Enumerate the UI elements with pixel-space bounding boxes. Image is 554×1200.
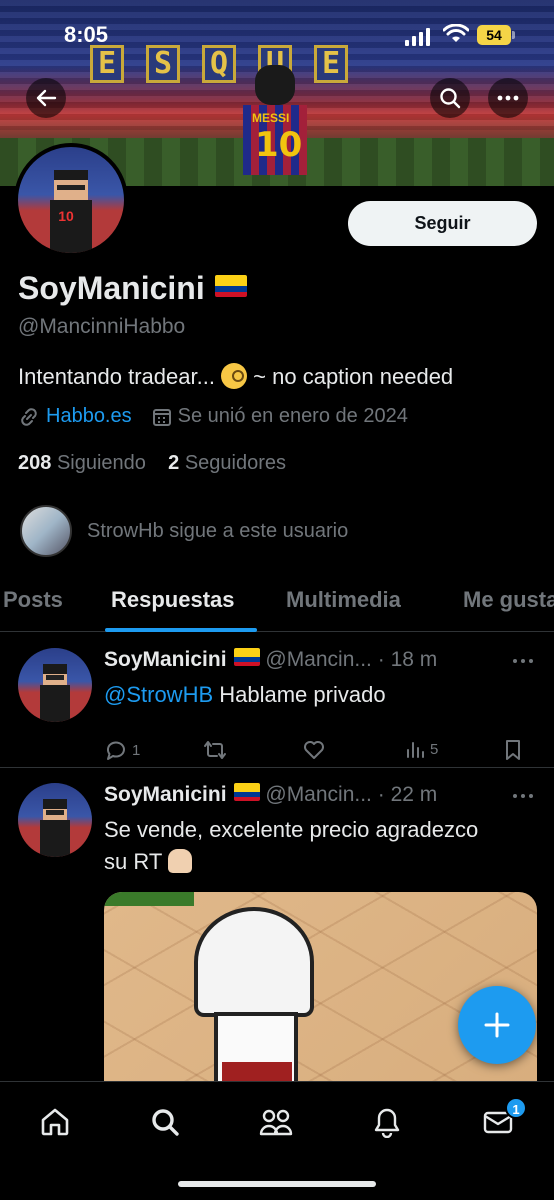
profile-bio: Intentando tradear... ~ no caption neede… bbox=[18, 363, 453, 390]
views-button[interactable]: 5 bbox=[404, 738, 438, 760]
more-options-button[interactable] bbox=[488, 78, 528, 118]
post-handle: @Mancin... bbox=[265, 648, 372, 671]
post-time: 22 m bbox=[390, 783, 438, 806]
post-header: SoyManicini @Mancin... · 18 m bbox=[104, 648, 438, 671]
shirt-name: MESSI bbox=[252, 111, 290, 125]
post-author[interactable]: SoyManicini bbox=[104, 783, 227, 806]
post-header: SoyManicini @Mancin... · 22 m bbox=[104, 783, 438, 806]
follow-button[interactable]: Seguir bbox=[348, 201, 537, 246]
profile-link[interactable]: Habbo.es bbox=[46, 405, 132, 428]
followers-count: 2 bbox=[168, 452, 180, 474]
post-time: 18 m bbox=[390, 648, 438, 671]
profile-handle: @MancinniHabbo bbox=[18, 315, 186, 338]
home-indicator bbox=[178, 1181, 376, 1187]
avatar-figure: 10 bbox=[49, 170, 93, 253]
home-icon bbox=[41, 1108, 69, 1136]
like-button[interactable] bbox=[302, 738, 326, 762]
communities-icon bbox=[259, 1109, 293, 1136]
post-body: @StrowHB Hablame privado bbox=[104, 679, 386, 711]
signal-icon bbox=[405, 26, 430, 46]
profile-name: SoyManicini bbox=[18, 270, 247, 307]
tab-multimedia[interactable]: Multimedia bbox=[286, 587, 401, 613]
post-text: Hablame privado bbox=[213, 682, 386, 707]
post-avatar[interactable] bbox=[18, 648, 92, 722]
banner-player: MESSI 10 bbox=[235, 55, 315, 186]
reply-count: 1 bbox=[132, 741, 141, 759]
post-actions: 1 5 bbox=[104, 738, 534, 766]
back-arrow-icon bbox=[36, 89, 57, 107]
messages-badge: 1 bbox=[505, 1097, 527, 1119]
bell-icon bbox=[374, 1108, 400, 1138]
following-count: 208 bbox=[18, 452, 52, 474]
bookmark-button[interactable] bbox=[502, 738, 524, 762]
colombia-flag-icon bbox=[233, 648, 260, 666]
monocle-emoji-icon bbox=[221, 363, 248, 389]
post-media-image[interactable] bbox=[104, 892, 537, 1092]
repost-button[interactable] bbox=[202, 738, 228, 762]
followed-by-row[interactable]: StrowHb sigue a este usuario bbox=[20, 505, 348, 557]
more-dots-icon bbox=[497, 95, 519, 101]
post-mention[interactable]: @StrowHB bbox=[104, 682, 213, 707]
reply-button[interactable]: 1 bbox=[104, 738, 140, 762]
views-count: 5 bbox=[430, 740, 439, 758]
post-divider bbox=[0, 767, 554, 768]
colombia-flag-icon bbox=[233, 783, 260, 801]
profile-meta: Habbo.es Se unió en enero de 2024 bbox=[18, 405, 408, 428]
post-body: Se vende, excelente precio agradezco su … bbox=[104, 814, 478, 878]
tab-me-gusta[interactable]: Me gusta bbox=[463, 587, 554, 613]
post-more-icon[interactable] bbox=[512, 658, 534, 664]
wifi-icon bbox=[443, 24, 469, 42]
chef-hat-figure bbox=[194, 907, 314, 1017]
nav-notifications[interactable] bbox=[367, 1102, 407, 1142]
tab-respuestas[interactable]: Respuestas bbox=[111, 587, 235, 613]
post-handle: @Mancin... bbox=[265, 783, 372, 806]
status-time: 8:05 bbox=[64, 22, 109, 47]
praying-hands-emoji-icon bbox=[168, 849, 192, 873]
nav-communities[interactable] bbox=[256, 1102, 296, 1142]
display-name: SoyManicini bbox=[18, 270, 205, 306]
active-tab-indicator bbox=[105, 628, 257, 632]
avatar-shirt-number: 10 bbox=[58, 207, 74, 224]
bio-text-end: ~ no caption needed bbox=[247, 364, 454, 389]
link-icon bbox=[21, 407, 37, 426]
reply-icon bbox=[106, 741, 125, 760]
followers-label: Seguidores bbox=[184, 452, 287, 474]
nav-search[interactable] bbox=[145, 1102, 185, 1142]
joined-date: Se unió en enero de 2024 bbox=[177, 405, 408, 427]
follow-counts: 208 Siguiendo 2 Seguidores bbox=[18, 452, 286, 475]
search-button[interactable] bbox=[430, 78, 470, 118]
followers-link[interactable]: 2 Seguidores bbox=[168, 452, 286, 474]
profile-tabs: Posts Respuestas Multimedia Me gusta bbox=[0, 572, 554, 632]
battery-cap bbox=[512, 31, 515, 39]
plus-icon bbox=[484, 1012, 510, 1038]
search-icon bbox=[440, 88, 461, 109]
post-more-icon[interactable] bbox=[512, 793, 534, 799]
post-text-line: su RT bbox=[104, 849, 168, 874]
status-bar: 8:05 54 bbox=[0, 20, 554, 54]
calendar-icon bbox=[152, 408, 171, 426]
bookmark-icon bbox=[506, 740, 520, 760]
nav-home[interactable] bbox=[35, 1102, 75, 1142]
shirt-number: 10 bbox=[255, 125, 303, 165]
post-author[interactable]: SoyManicini bbox=[104, 648, 227, 671]
post-text-line: Se vende, excelente precio agradezco bbox=[104, 817, 479, 842]
follower-avatar bbox=[20, 505, 72, 557]
colombia-flag-icon bbox=[214, 275, 247, 297]
tab-posts[interactable]: Posts bbox=[3, 587, 63, 613]
following-link[interactable]: 208 Siguiendo bbox=[18, 452, 146, 474]
views-chart-icon bbox=[407, 742, 424, 758]
compose-button[interactable] bbox=[458, 986, 536, 1064]
following-label: Siguiendo bbox=[56, 452, 146, 474]
post-avatar[interactable] bbox=[18, 783, 92, 857]
profile-avatar[interactable]: 10 bbox=[14, 143, 128, 257]
bio-text: Intentando tradear... bbox=[18, 364, 222, 389]
battery-indicator: 54 bbox=[477, 25, 511, 45]
followed-by-text: StrowHb sigue a este usuario bbox=[87, 519, 349, 542]
repost-icon bbox=[204, 741, 226, 759]
back-button[interactable] bbox=[26, 78, 66, 118]
search-icon bbox=[152, 1109, 179, 1136]
heart-icon bbox=[304, 741, 324, 759]
